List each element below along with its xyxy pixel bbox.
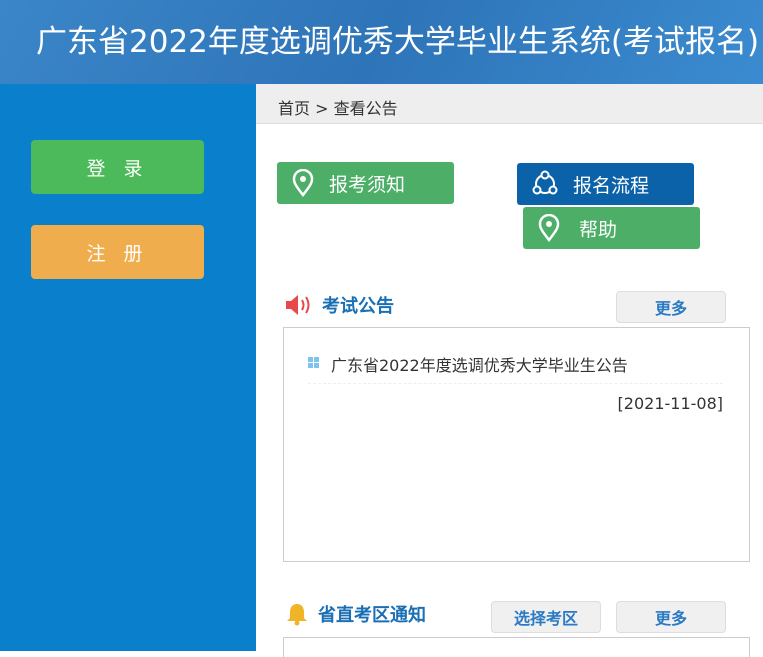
notice-label: 报考须知 (329, 173, 406, 196)
share-nodes-icon (532, 170, 558, 195)
sidebar: 登 录 注 册 (0, 84, 256, 651)
location-icon (538, 214, 560, 242)
district-notices-heading: 省直考区通知 (286, 601, 426, 627)
breadcrumb: 首页 > 查看公告 (256, 84, 763, 124)
process-label: 报名流程 (573, 174, 650, 197)
register-button[interactable]: 注 册 (31, 225, 204, 279)
exam-notices-heading: 考试公告 (284, 292, 394, 318)
grid-icon (308, 357, 319, 368)
district-notices-more-button[interactable]: 更多 (616, 601, 726, 633)
location-icon (292, 169, 314, 197)
help-label: 帮助 (579, 218, 618, 241)
site-title: 广东省2022年度选调优秀大学毕业生系统(考试报名) (36, 24, 760, 60)
notice-title-link[interactable]: 广东省2022年度选调优秀大学毕业生公告 (331, 352, 628, 383)
exam-notices-more-button[interactable]: 更多 (616, 291, 726, 323)
login-button[interactable]: 登 录 (31, 140, 204, 194)
district-notices-title: 省直考区通知 (318, 605, 426, 626)
exam-notices-list: 广东省2022年度选调优秀大学毕业生公告 [2021-11-08] (283, 327, 750, 562)
help-button[interactable]: 帮助 (523, 207, 700, 249)
notice-date: [2021-11-08] (617, 394, 723, 413)
select-district-button[interactable]: 选择考区 (491, 601, 601, 633)
notice-button[interactable]: 报考须知 (277, 162, 454, 204)
district-notices-list (283, 637, 750, 657)
site-header: 广东省2022年度选调优秀大学毕业生系统(考试报名) (0, 0, 763, 84)
speaker-icon (286, 295, 310, 315)
list-item[interactable]: 广东省2022年度选调优秀大学毕业生公告 (308, 352, 723, 384)
exam-notices-title: 考试公告 (322, 296, 394, 317)
process-button[interactable]: 报名流程 (517, 163, 694, 205)
bell-icon (287, 604, 307, 626)
